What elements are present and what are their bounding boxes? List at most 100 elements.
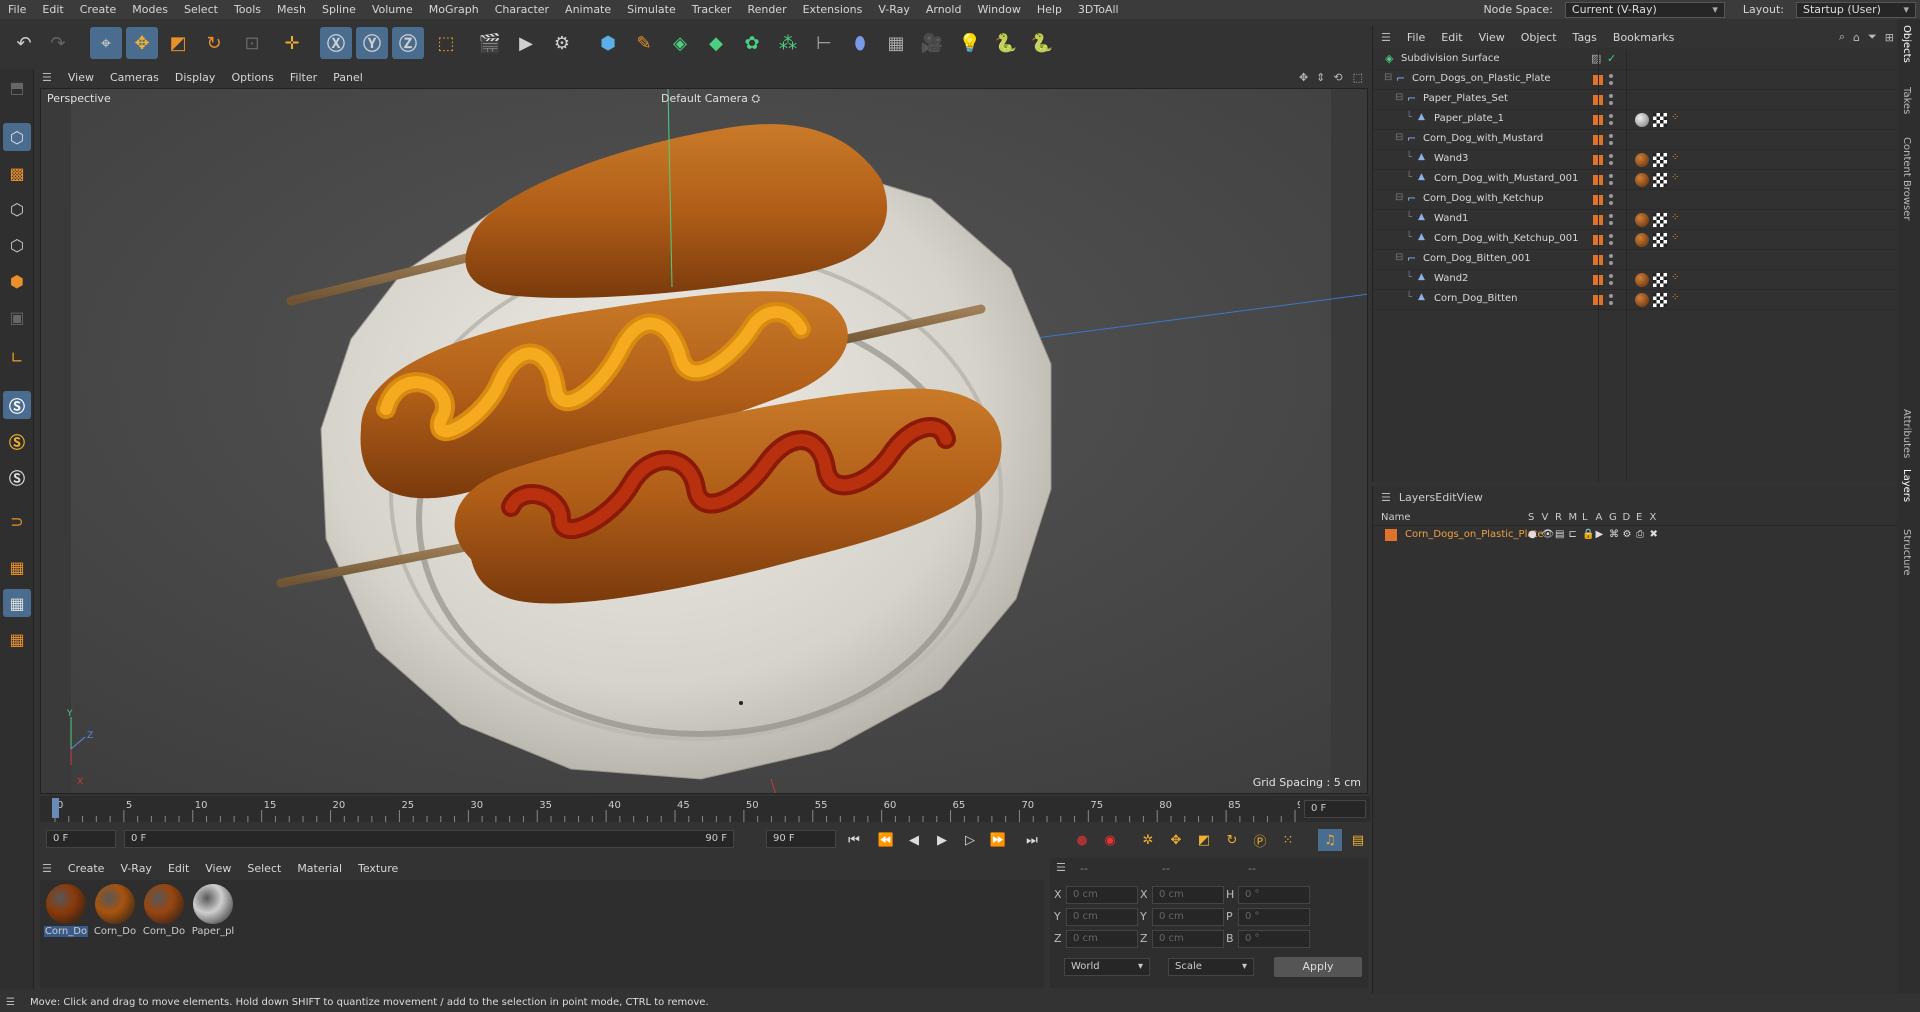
render-visibility-dot[interactable] — [1609, 261, 1613, 265]
uvw-tag-icon[interactable] — [1653, 273, 1667, 287]
material-menu-create[interactable]: Create — [60, 862, 113, 875]
z-axis-lock-icon[interactable]: Ⓩ — [392, 27, 424, 59]
editor-visibility-dot[interactable] — [1609, 154, 1613, 158]
material-menu-v-ray[interactable]: V-Ray — [112, 862, 160, 875]
object-menu-bookmarks[interactable]: Bookmarks — [1605, 31, 1682, 44]
polygons-mode-icon[interactable]: ⬢ — [3, 267, 31, 295]
object-menu-file[interactable]: File — [1399, 31, 1433, 44]
orbit-view-icon[interactable]: ⟲ — [1329, 71, 1346, 84]
tab-attributes[interactable]: Attributes — [1901, 409, 1912, 458]
object-row[interactable]: ⊟ ⌐ Corn_Dogs_on_Plastic_Plate — [1373, 70, 1898, 90]
collapse-icon[interactable]: ⊟ — [1395, 192, 1403, 203]
render-visibility-dot[interactable] — [1609, 161, 1613, 165]
render-settings-icon[interactable]: ⚙ — [546, 27, 578, 59]
material-tag-icon[interactable] — [1635, 153, 1649, 167]
python-generator-icon[interactable]: 🐍 — [1026, 27, 1058, 59]
object-name[interactable]: Corn_Dog_with_Mustard — [1423, 133, 1543, 144]
object-name[interactable]: Paper_plate_1 — [1434, 113, 1504, 124]
material-swatch[interactable]: Corn_Do — [93, 884, 137, 937]
start-frame-field[interactable]: 0 F — [46, 830, 116, 848]
layer-name[interactable]: Corn_Dogs_on_Plastic_Plate — [1405, 529, 1544, 540]
material-swatch[interactable]: Corn_Do — [142, 884, 186, 937]
object-name[interactable]: Wand3 — [1434, 153, 1468, 164]
viewport-menu-panel[interactable]: Panel — [325, 71, 371, 84]
render-visibility-dot[interactable] — [1609, 181, 1613, 185]
field-icon[interactable]: ⬮ — [844, 27, 876, 59]
deformers-icon[interactable]: ⚙ — [1623, 529, 1632, 540]
zoom-view-icon[interactable]: ⇕ — [1312, 71, 1329, 84]
object-row[interactable]: └ ▲ Wand1 ⁘ — [1373, 210, 1898, 230]
viewport-menu-display[interactable]: Display — [167, 71, 224, 84]
editor-visibility-dot[interactable] — [1609, 94, 1613, 98]
viewport-menu-filter[interactable]: Filter — [282, 71, 325, 84]
edges-mode-icon[interactable]: ⬡ — [3, 231, 31, 259]
visibility-icon[interactable]: 👁 — [1542, 529, 1555, 540]
coordinate-system-icon[interactable]: ⬚ — [430, 27, 462, 59]
editor-visibility-dot[interactable] — [1609, 114, 1613, 118]
xref-icon[interactable]: ✖ — [1650, 529, 1658, 540]
autokey-icon[interactable]: ◉ — [1098, 829, 1122, 851]
cube-icon[interactable]: ⬢ — [592, 27, 624, 59]
grid-lock-icon[interactable]: ▦ — [3, 589, 31, 617]
snap-settings-icon[interactable]: Ⓢ — [3, 427, 31, 455]
tab-objects[interactable]: Objects — [1901, 25, 1912, 63]
editor-visibility-dot[interactable] — [1609, 174, 1613, 178]
material-menu-material[interactable]: Material — [289, 862, 350, 875]
render-icon[interactable]: ▤ — [1555, 529, 1564, 540]
uvw-tag-icon[interactable] — [1653, 213, 1667, 227]
material-menu-view[interactable]: View — [197, 862, 239, 875]
editor-visibility-dot[interactable] — [1609, 274, 1613, 278]
enabled-check-icon[interactable]: ✓ — [1607, 52, 1616, 65]
tab-takes[interactable]: Takes — [1901, 87, 1912, 114]
coordinate-input[interactable]: 0 cm — [1152, 886, 1224, 904]
menu-3dtoall[interactable]: 3DToAll — [1070, 0, 1127, 19]
hamburger-icon[interactable]: ☰ — [1056, 861, 1066, 874]
timeline-icon[interactable]: ♫ — [1318, 829, 1342, 851]
timeline-ruler[interactable]: 051015202530354045505560657075808590 0 F — [40, 796, 1370, 822]
snap-icon[interactable]: Ⓢ — [3, 391, 31, 419]
render-visibility-dot[interactable] — [1609, 81, 1613, 85]
rotate-tool-icon[interactable]: ↻ — [198, 27, 230, 59]
uvw-tag-icon[interactable] — [1653, 153, 1667, 167]
model-mode-icon[interactable]: ⬡ — [3, 123, 31, 151]
object-row[interactable]: └ ▲ Corn_Dog_with_Mustard_001 ⁘ — [1373, 170, 1898, 190]
next-key-icon[interactable]: ⏩ — [986, 829, 1010, 851]
select-tool-icon[interactable]: ⌖ — [90, 27, 122, 59]
editor-visibility-dot[interactable] — [1609, 234, 1613, 238]
render-visibility-dot[interactable] — [1609, 221, 1613, 225]
hamburger-icon[interactable]: ☰ — [1373, 491, 1399, 504]
phong-tag-icon[interactable]: ⁘ — [1671, 212, 1679, 223]
menu-character[interactable]: Character — [487, 0, 557, 19]
x-axis-lock-icon[interactable]: Ⓧ — [320, 27, 352, 59]
generators-icon[interactable]: ⌘ — [1609, 529, 1619, 540]
move-tool-icon[interactable]: ✥ — [126, 27, 158, 59]
editor-visibility-dot[interactable] — [1609, 74, 1613, 78]
animation-icon[interactable]: ▶ — [1596, 529, 1604, 540]
filter-icon[interactable]: ⏷ — [1864, 30, 1881, 44]
object-name[interactable]: Corn_Dog_with_Mustard_001 — [1434, 173, 1578, 184]
phong-tag-icon[interactable]: ⁘ — [1671, 112, 1679, 123]
uvw-tag-icon[interactable] — [1653, 293, 1667, 307]
object-row[interactable]: └ ▲ Wand3 ⁘ — [1373, 150, 1898, 170]
key-pla-icon[interactable]: ⁙ — [1276, 829, 1300, 851]
python-icon[interactable]: 🐍 — [990, 27, 1022, 59]
viewport-menu-view[interactable]: View — [60, 71, 102, 84]
editor-visibility-dot[interactable] — [1609, 214, 1613, 218]
object-menu-view[interactable]: View — [1471, 31, 1513, 44]
viewport-3d[interactable]: Perspective Default Camera ⛭ Y Z X Grid … — [40, 88, 1368, 794]
object-name[interactable]: Corn_Dog_Bitten — [1434, 293, 1518, 304]
coordinate-input[interactable]: 0 cm — [1066, 930, 1138, 948]
camera-label[interactable]: Default Camera ⛭ — [661, 92, 760, 106]
material-tag-icon[interactable] — [1635, 233, 1649, 247]
render-visibility-dot[interactable] — [1609, 241, 1613, 245]
menu-mograph[interactable]: MoGraph — [421, 0, 487, 19]
menu-select[interactable]: Select — [176, 0, 226, 19]
key-scale-icon[interactable]: ◩ — [1192, 829, 1216, 851]
coordinate-input[interactable]: 0 ° — [1238, 886, 1310, 904]
object-name[interactable]: Corn_Dog_Bitten_001 — [1423, 253, 1531, 264]
material-swatch[interactable]: Paper_pl — [191, 884, 235, 937]
menu-tracker[interactable]: Tracker — [684, 0, 740, 19]
phong-tag-icon[interactable]: ⁘ — [1671, 152, 1679, 163]
lock-icon[interactable]: 🔒 — [1582, 529, 1594, 540]
key-settings-icon[interactable]: ✲ — [1136, 829, 1160, 851]
